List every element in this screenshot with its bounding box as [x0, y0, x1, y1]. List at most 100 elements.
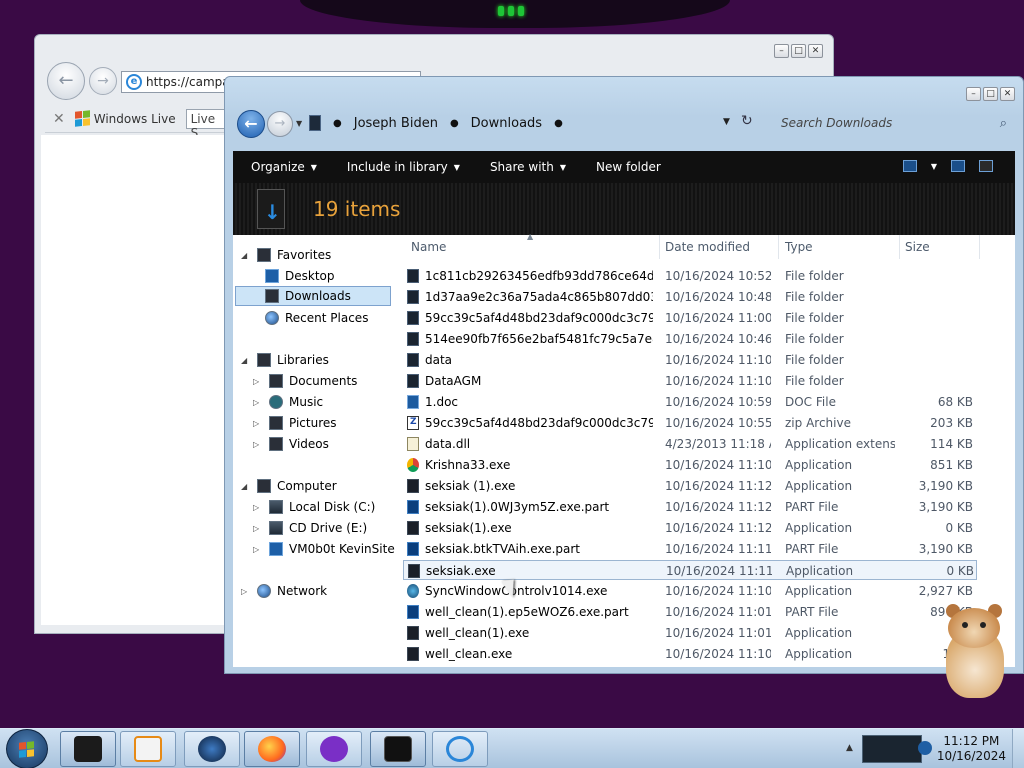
explorer-icon: [74, 736, 102, 762]
nav-libraries[interactable]: ◢ Libraries: [241, 350, 329, 370]
taskbar-mask-app[interactable]: [306, 731, 362, 767]
include-in-library-button[interactable]: Include in library ▼: [347, 160, 460, 174]
show-desktop-button[interactable]: [1012, 729, 1024, 768]
close-icon[interactable]: ✕: [53, 111, 65, 127]
column-date-modified[interactable]: Date modified: [665, 240, 750, 254]
taskbar-globe[interactable]: [184, 731, 240, 767]
nav-pictures[interactable]: ▷ Pictures: [253, 413, 337, 433]
forward-button[interactable]: →: [267, 111, 293, 137]
taskbar-terminal[interactable]: [370, 731, 426, 767]
file-type: DOC File: [785, 395, 836, 409]
file-row[interactable]: seksiak.btkTVAih.exe.part 10/16/2024 11:1…: [403, 539, 977, 559]
refresh-icon[interactable]: ↻: [741, 113, 753, 129]
nav-documents[interactable]: ▷ Documents: [253, 371, 357, 391]
ie-caption-buttons: – □ ✕: [774, 44, 823, 58]
close-button[interactable]: ✕: [808, 44, 823, 58]
breadcrumb[interactable]: ● Joseph Biden ● Downloads ●: [309, 110, 761, 136]
file-row[interactable]: 1d37aa9e2c36a75ada4c865b807dd030801... 10…: [403, 287, 977, 307]
taskbar-firefox[interactable]: [244, 731, 300, 767]
history-dropdown-icon[interactable]: ▼: [296, 119, 302, 128]
close-button[interactable]: ✕: [1000, 87, 1015, 101]
nav-desktop[interactable]: Desktop: [265, 266, 335, 286]
file-row[interactable]: 59cc39c5af4d48bd23daf9c000dc3c794d1... 10…: [403, 413, 977, 433]
breadcrumb-user[interactable]: Joseph Biden: [354, 116, 438, 131]
explorer-window[interactable]: – □ ✕ ← → ▼ ● Joseph Biden ● Downloads ●…: [224, 76, 1024, 674]
file-row[interactable]: well_clean(1).ep5eWOZ6.exe.part 10/16/202…: [403, 602, 977, 622]
clock[interactable]: 11:12 PM 10/16/2024: [937, 734, 1006, 764]
nav-computer[interactable]: ◢ Computer: [241, 476, 337, 496]
computer-icon: [257, 479, 271, 493]
share-with-button[interactable]: Share with ▼: [490, 160, 566, 174]
zip-icon: [407, 416, 419, 430]
file-row[interactable]: seksiak(1).0WJ3ym5Z.exe.part 10/16/2024 1…: [403, 497, 977, 517]
sort-ascending-icon: ▲: [527, 232, 534, 241]
nav-local-disk[interactable]: ▷ Local Disk (C:): [253, 497, 375, 517]
file-row[interactable]: 59cc39c5af4d48bd23daf9c000dc3c794d1... 10…: [403, 308, 977, 328]
folder-icon: [407, 353, 419, 367]
file-name: 59cc39c5af4d48bd23daf9c000dc3c794d1...: [425, 416, 653, 430]
network-tray-icon[interactable]: [918, 741, 932, 755]
file-row[interactable]: 1c811cb29263456edfb93dd786ce64d3f03... 10…: [403, 266, 977, 286]
breadcrumb-downloads[interactable]: Downloads: [471, 116, 542, 131]
file-size: 203 KB: [930, 416, 973, 430]
file-row[interactable]: 1.doc 10/16/2024 10:59 ... DOC File 68 KB: [403, 392, 977, 412]
file-row[interactable]: seksiak(1).exe 10/16/2024 11:12 ... Applic…: [403, 518, 977, 538]
back-button[interactable]: ←: [237, 110, 265, 138]
nav-recent-places[interactable]: Recent Places: [265, 308, 368, 328]
preview-pane-icon[interactable]: [951, 160, 965, 172]
help-icon[interactable]: [979, 160, 993, 172]
file-date: 10/16/2024 11:11 ...: [666, 564, 772, 578]
windows-flag-icon: [74, 110, 90, 127]
file-row[interactable]: 514ee90fb7f656e2baf5481fc79c5a7e8de0f...…: [403, 329, 977, 349]
file-row[interactable]: DataAGM 10/16/2024 11:10 ... File folder: [403, 371, 977, 391]
file-row[interactable]: seksiak.exe 10/16/2024 11:11 ... Applicati…: [403, 560, 977, 580]
view-dropdown-icon[interactable]: ▼: [931, 162, 937, 171]
nav-downloads[interactable]: Downloads: [235, 286, 391, 306]
taskbar-explorer[interactable]: [60, 731, 116, 767]
recent-locations-icon[interactable]: ▼: [723, 117, 730, 127]
file-type: File folder: [785, 269, 844, 283]
maximize-button[interactable]: □: [791, 44, 806, 58]
file-name: data.dll: [425, 437, 471, 451]
column-type[interactable]: Type: [785, 240, 813, 254]
taskbar-ie[interactable]: [432, 731, 488, 767]
minimize-button[interactable]: –: [774, 44, 789, 58]
windows-live-link[interactable]: Windows Live: [74, 110, 176, 127]
file-type: File folder: [785, 353, 844, 367]
folder-icon: [407, 374, 419, 388]
file-row[interactable]: data.dll 4/23/2013 11:18 AM Application ex…: [403, 434, 977, 454]
new-folder-button[interactable]: New folder: [596, 160, 661, 174]
change-view-icon[interactable]: [902, 160, 917, 172]
file-row[interactable]: Krishna33.exe 10/16/2024 11:10 ... Applica…: [403, 455, 977, 475]
maximize-button[interactable]: □: [983, 87, 998, 101]
ie-back-button[interactable]: ←: [47, 62, 85, 100]
nav-favorites[interactable]: ◢ Favorites: [241, 245, 331, 265]
search-input[interactable]: Search Downloads ⌕: [773, 110, 1013, 136]
column-size[interactable]: Size: [905, 240, 930, 254]
file-row[interactable]: seksiak (1).exe 10/16/2024 11:12 ... Appli…: [403, 476, 977, 496]
file-row[interactable]: well_clean(1).exe 10/16/2024 11:01 ... App…: [403, 623, 977, 643]
live-search-box[interactable]: Live S: [185, 108, 226, 140]
file-row[interactable]: SyncWindowControlv1014.exe 10/16/2024 11:…: [403, 581, 977, 601]
column-name[interactable]: Name: [411, 240, 446, 254]
file-row[interactable]: well_clean.exe 10/16/2024 11:10 ... Applic…: [403, 644, 977, 664]
nav-vm-share[interactable]: ▷ VM0b0t KevinSite: [253, 539, 395, 559]
organize-button[interactable]: Organize ▼: [251, 160, 317, 174]
ie-forward-button[interactable]: →: [89, 67, 117, 95]
file-date: 10/16/2024 10:55 ...: [665, 416, 771, 430]
taskbar-media-player[interactable]: [120, 731, 176, 767]
show-hidden-icons[interactable]: ▲: [846, 743, 853, 753]
pictures-icon: [269, 416, 283, 430]
file-name: data: [425, 353, 453, 367]
nav-music[interactable]: ▷ Music: [253, 392, 323, 412]
nav-network[interactable]: ▷ Network: [241, 581, 327, 601]
file-type: Application: [785, 458, 853, 472]
tray-app-icon[interactable]: [862, 735, 922, 763]
nav-videos[interactable]: ▷ Videos: [253, 434, 329, 454]
ie-icon: e: [126, 74, 142, 90]
folder-icon: [407, 332, 419, 346]
file-row[interactable]: data 10/16/2024 11:10 ... File folder: [403, 350, 977, 370]
minimize-button[interactable]: –: [966, 87, 981, 101]
nav-cd-drive[interactable]: ▷ CD Drive (E:): [253, 518, 367, 538]
start-button[interactable]: [6, 729, 48, 768]
